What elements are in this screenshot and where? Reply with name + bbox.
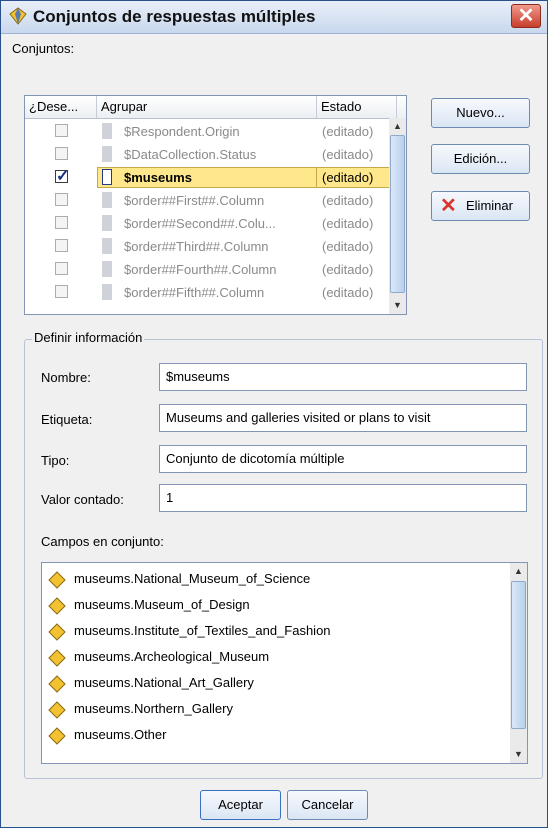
- drag-handle-icon[interactable]: [102, 192, 112, 208]
- field-diamond-icon: [48, 649, 66, 667]
- definition-group-title: Definir información: [32, 330, 145, 345]
- set-name: $order##Third##.Column: [124, 239, 269, 254]
- column-header-group[interactable]: Agrupar: [97, 96, 317, 118]
- set-name: $order##Fifth##.Column: [124, 285, 265, 300]
- scroll-down-icon[interactable]: ▼: [510, 746, 527, 763]
- set-status: (editado): [322, 262, 374, 277]
- set-name: $order##First##.Column: [124, 193, 265, 208]
- fields-list-scrollbar[interactable]: ▲ ▼: [510, 563, 527, 763]
- drag-handle-icon[interactable]: [102, 169, 112, 185]
- table-row[interactable]: $order##First##.Column (editado): [25, 189, 397, 212]
- field-name: museums.Archeological_Museum: [74, 649, 270, 664]
- field-name: museums.Museum_of_Design: [74, 597, 250, 612]
- field-diamond-icon: [48, 675, 66, 693]
- row-checkbox[interactable]: [55, 285, 68, 298]
- drag-handle-icon[interactable]: [102, 215, 112, 231]
- set-status: (editado): [322, 285, 374, 300]
- table-row[interactable]: $DataCollection.Status (editado): [25, 143, 397, 166]
- drag-handle-icon[interactable]: [102, 261, 112, 277]
- field-diamond-icon: [48, 623, 66, 641]
- counted-value-field[interactable]: 1: [159, 484, 527, 512]
- table-row[interactable]: $order##Second##.Colu... (editado): [25, 212, 397, 235]
- field-diamond-icon: [48, 701, 66, 719]
- delete-x-icon: ✕: [440, 195, 457, 217]
- cancel-button[interactable]: Cancelar: [287, 790, 368, 820]
- table-row[interactable]: $order##Fourth##.Column (editado): [25, 258, 397, 281]
- row-checkbox[interactable]: [55, 239, 68, 252]
- set-status: (editado): [322, 239, 374, 254]
- title-bar[interactable]: Conjuntos de respuestas múltiples ✕: [1, 1, 547, 34]
- type-field[interactable]: Conjunto de dicotomía múltiple: [159, 445, 527, 473]
- scroll-down-icon[interactable]: ▼: [389, 297, 406, 314]
- set-name: $Respondent.Origin: [124, 124, 240, 139]
- fields-in-set-label: Campos en conjunto:: [41, 534, 164, 549]
- table-row[interactable]: $order##Third##.Column (editado): [25, 235, 397, 258]
- column-header-status[interactable]: Estado: [317, 96, 397, 118]
- scroll-up-icon[interactable]: ▲: [389, 118, 406, 135]
- new-button[interactable]: Nuevo...: [431, 98, 530, 128]
- column-header-desired[interactable]: ¿Dese...: [25, 96, 97, 118]
- accept-button[interactable]: Aceptar: [200, 790, 281, 820]
- scroll-up-icon[interactable]: ▲: [510, 563, 527, 580]
- drag-handle-icon[interactable]: [102, 146, 112, 162]
- name-field[interactable]: $museums: [159, 363, 527, 391]
- counted-value-label: Valor contado:: [41, 492, 124, 507]
- set-name: $order##Second##.Colu...: [124, 216, 276, 231]
- set-status: (editado): [322, 170, 374, 185]
- sets-table: ¿Dese... Agrupar Estado $Respondent.Orig…: [24, 95, 407, 315]
- set-status: (editado): [322, 124, 374, 139]
- table-row[interactable]: $museums (editado): [25, 166, 397, 189]
- row-checkbox[interactable]: [55, 147, 68, 160]
- set-status: (editado): [322, 147, 374, 162]
- scroll-thumb[interactable]: [390, 135, 405, 293]
- field-diamond-icon: [48, 597, 66, 615]
- row-checkbox[interactable]: [55, 166, 69, 186]
- delete-button[interactable]: ✕ Eliminar: [431, 191, 530, 221]
- field-diamond-icon: [48, 571, 66, 589]
- app-gem-icon: [9, 7, 27, 25]
- table-row[interactable]: $order##Fifth##.Column (editado): [25, 281, 397, 304]
- field-name: museums.Other: [74, 727, 167, 742]
- drag-handle-icon[interactable]: [102, 123, 112, 139]
- scroll-thumb[interactable]: [511, 581, 526, 729]
- field-diamond-icon: [48, 727, 66, 745]
- row-checkbox[interactable]: [55, 216, 68, 229]
- field-name: museums.National_Museum_of_Science: [74, 571, 311, 586]
- row-checkbox[interactable]: [55, 124, 68, 137]
- set-name: $order##Fourth##.Column: [124, 262, 277, 277]
- table-scrollbar[interactable]: ▲ ▼: [389, 118, 406, 314]
- field-name: museums.National_Art_Gallery: [74, 675, 254, 690]
- sets-label: Conjuntos:: [12, 41, 75, 56]
- label-label: Etiqueta:: [41, 412, 93, 427]
- dialog-window: Conjuntos de respuestas múltiples ✕ Conj…: [0, 0, 548, 828]
- edit-button[interactable]: Edición...: [431, 144, 530, 174]
- row-checkbox[interactable]: [55, 193, 68, 206]
- label-field[interactable]: Museums and galleries visited or plans t…: [159, 404, 527, 432]
- delete-button-label: Eliminar: [466, 198, 513, 213]
- set-name: $museums: [124, 170, 192, 185]
- window-title: Conjuntos de respuestas múltiples: [33, 7, 316, 26]
- type-label: Tipo:: [41, 453, 70, 468]
- set-status: (editado): [322, 193, 374, 208]
- fields-list: museums.National_Museum_of_Sciencemuseum…: [41, 562, 528, 764]
- table-header: ¿Dese... Agrupar Estado: [25, 96, 406, 119]
- table-row[interactable]: $Respondent.Origin (editado): [25, 120, 397, 143]
- drag-handle-icon[interactable]: [102, 238, 112, 254]
- set-status: (editado): [322, 216, 374, 231]
- close-button[interactable]: ✕: [511, 4, 541, 28]
- set-name: $DataCollection.Status: [124, 147, 257, 162]
- field-name: museums.Institute_of_Textiles_and_Fashio…: [74, 623, 331, 638]
- drag-handle-icon[interactable]: [102, 284, 112, 300]
- field-name: museums.Northern_Gallery: [74, 701, 233, 716]
- name-label: Nombre:: [41, 370, 91, 385]
- row-checkbox[interactable]: [55, 262, 68, 275]
